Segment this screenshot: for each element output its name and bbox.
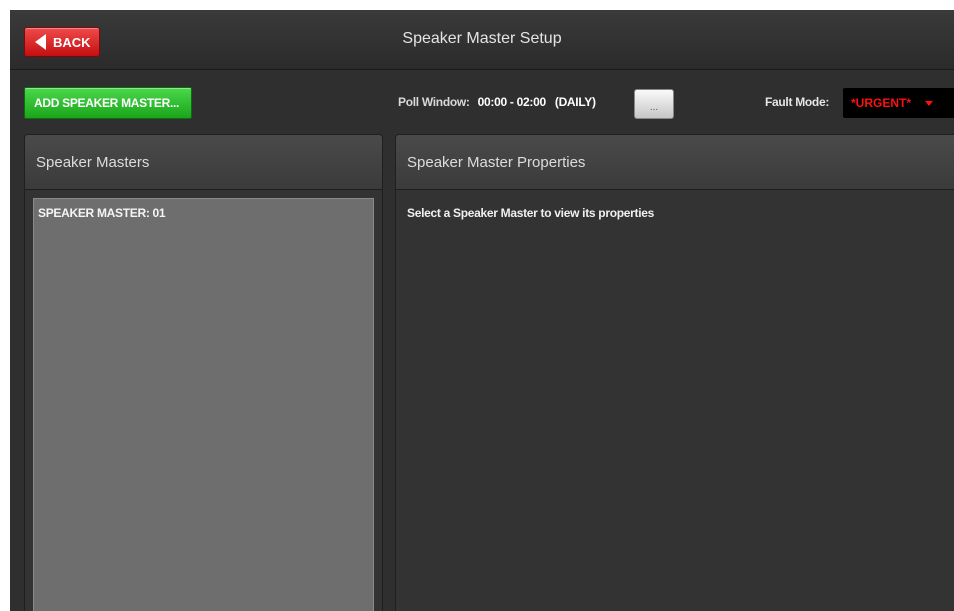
poll-window-value: 00:00 - 02:00 — [477, 95, 546, 109]
fault-mode-value: *URGENT* — [851, 96, 912, 110]
poll-window: Poll Window: 00:00 - 02:00 (DAILY) — [398, 95, 596, 109]
poll-window-label: Poll Window: — [398, 95, 470, 109]
speaker-masters-panel: Speaker Masters SPEAKER MASTER: 01 — [24, 134, 383, 611]
properties-placeholder: Select a Speaker Master to view its prop… — [407, 206, 654, 220]
list-item[interactable]: SPEAKER MASTER: 01 — [34, 199, 373, 220]
page-title: Speaker Master Setup — [402, 30, 562, 47]
speaker-master-list[interactable]: SPEAKER MASTER: 01 — [33, 198, 374, 611]
toolbar: ADD SPEAKER MASTER... Poll Window: 00:00… — [10, 71, 954, 135]
fault-mode-select[interactable]: *URGENT* — [843, 88, 954, 118]
add-speaker-master-button[interactable]: ADD SPEAKER MASTER... — [24, 87, 192, 119]
properties-title: Speaker Master Properties — [396, 135, 954, 190]
speaker-masters-title: Speaker Masters — [25, 135, 382, 190]
title-bar: BACK Speaker Master Setup — [10, 10, 954, 70]
app-window: BACK Speaker Master Setup ADD SPEAKER MA… — [10, 10, 954, 611]
fault-mode-label: Fault Mode: — [765, 95, 830, 109]
poll-window-frequency: (DAILY) — [554, 95, 596, 109]
dropdown-caret-icon — [925, 100, 934, 106]
poll-window-edit-button[interactable]: ... — [634, 89, 674, 119]
speaker-master-properties-panel: Speaker Master Properties Select a Speak… — [395, 134, 954, 611]
